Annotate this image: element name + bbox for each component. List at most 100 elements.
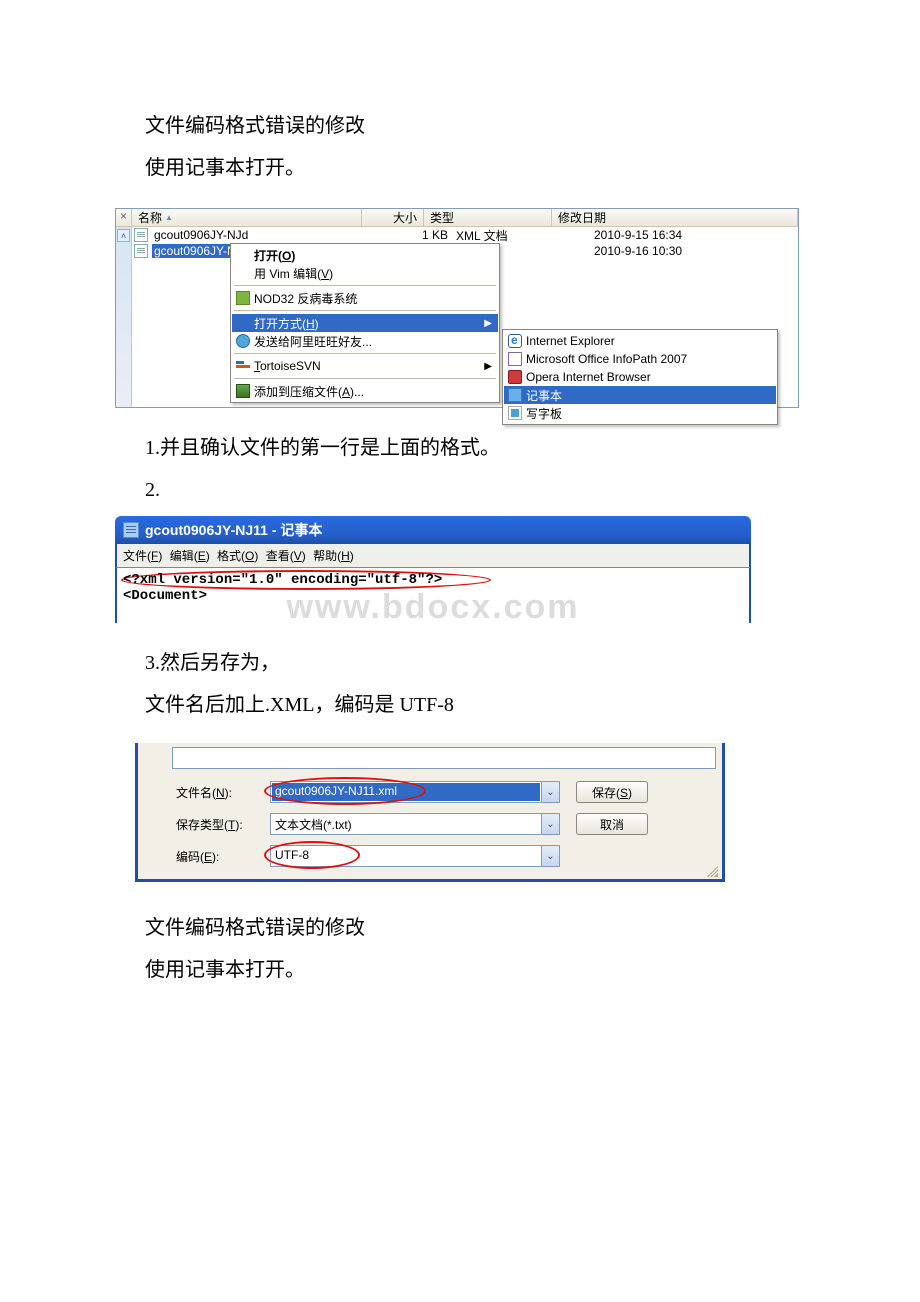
separator (234, 285, 496, 286)
step-number: 1. (145, 437, 160, 459)
explorer-header: × 名称 ▲ 大小 类型 修改日期 (116, 209, 798, 227)
paragraph-2: 使用记事本打开。 (145, 152, 775, 184)
infopath-icon (508, 352, 522, 366)
table-row[interactable]: gcout0906JY-NJd 1 KB XML 文档 2010-9-15 16… (132, 227, 798, 243)
separator (234, 378, 496, 379)
paragraph-7: 文件编码格式错误的修改 (145, 912, 775, 944)
chevron-right-icon: ▶ (484, 318, 492, 329)
menu-label: 写字板 (526, 405, 562, 422)
window-title: gcout0906JY-NJ11 - 记事本 (145, 520, 322, 540)
menu-item-tortoisesvn[interactable]: TortoiseSVN ▶ (232, 357, 498, 375)
menu-item-add-archive[interactable]: 添加到压缩文件(A)... (232, 382, 498, 400)
notepad-icon (508, 388, 522, 402)
chevron-down-icon[interactable]: ⌄ (541, 814, 559, 834)
menu-label: NOD32 反病毒系统 (254, 290, 357, 307)
menu-file[interactable]: 文件(F) (123, 549, 162, 563)
menu-label: 用 Vim 编辑(V) (254, 265, 333, 282)
menu-item-infopath[interactable]: Microsoft Office InfoPath 2007 (504, 350, 776, 368)
cancel-button[interactable]: 取消 (576, 813, 648, 835)
notepad-screenshot: gcout0906JY-NJ11 - 记事本 文件(F) 编辑(E) 格式(O)… (115, 516, 751, 623)
step-text: 然后另存为， (160, 652, 280, 674)
menu-item-open-with[interactable]: 打开方式(H) ▶ (232, 314, 498, 332)
paragraph-3: 1.并且确认文件的第一行是上面的格式。 (145, 432, 775, 464)
paragraph-4: 2. (145, 474, 775, 506)
menubar: 文件(F) 编辑(E) 格式(O) 查看(V) 帮助(H) (115, 544, 751, 567)
menu-item-opera[interactable]: Opera Internet Browser (504, 368, 776, 386)
filetype-label: 保存类型(T): (176, 816, 270, 833)
filename-label: 文件名(N): (176, 784, 270, 801)
paragraph-6: 文件名后加上.XML，编码是 UTF-8 (145, 689, 775, 721)
opera-icon (508, 370, 522, 384)
chevron-down-icon[interactable]: ⌄ (541, 782, 559, 802)
context-menu: 打开(O) 用 Vim 编辑(V) NOD32 反病毒系统 打开方式(H) ▶ (230, 243, 500, 403)
paragraph-8: 使用记事本打开。 (145, 954, 775, 986)
resize-grip-icon[interactable] (704, 863, 718, 877)
saveas-screenshot: 文件名(N): gcout0906JY-NJ11.xml ⌄ 保存(S) 保存类… (135, 743, 725, 882)
header-type[interactable]: 类型 (424, 209, 552, 226)
paragraph-5: 3.然后另存为， (145, 647, 775, 679)
ie-icon (508, 334, 522, 348)
menu-item-notepad[interactable]: 记事本 (504, 386, 776, 404)
file-name: gcout0906JY-NJd (152, 228, 250, 242)
menu-item-nod32[interactable]: NOD32 反病毒系统 (232, 289, 498, 307)
notepad-icon (123, 522, 139, 538)
text-area[interactable]: <?xml version="1.0" encoding="utf-8"?> <… (115, 567, 751, 623)
menu-label: 添加到压缩文件(A)... (254, 383, 364, 400)
menu-label: Internet Explorer (526, 334, 615, 348)
shield-icon (236, 291, 250, 305)
menu-help[interactable]: 帮助(H) (313, 549, 354, 563)
filename-input[interactable]: gcout0906JY-NJ11.xml ⌄ (270, 781, 560, 803)
chevron-right-icon: ▶ (484, 361, 492, 372)
explorer-scroll-strip[interactable]: ˄ (116, 227, 132, 407)
menu-label: 打开(O) (254, 247, 295, 264)
file-name: gcout0906JY-N (152, 244, 238, 258)
menu-label: Microsoft Office InfoPath 2007 (526, 352, 687, 366)
separator (234, 353, 496, 354)
menu-item-wordpad[interactable]: 写字板 (504, 404, 776, 422)
menu-item-open[interactable]: 打开(O) (232, 246, 498, 264)
encoding-label: 编码(E): (176, 848, 270, 865)
file-list-area[interactable] (172, 747, 716, 769)
save-button[interactable]: 保存(S) (576, 781, 648, 803)
encoding-select[interactable]: UTF-8 ⌄ (270, 845, 560, 867)
paragraph-1: 文件编码格式错误的修改 (145, 110, 775, 142)
file-date: 2010-9-16 10:30 (586, 244, 682, 258)
menu-item-edit-vim[interactable]: 用 Vim 编辑(V) (232, 264, 498, 282)
titlebar[interactable]: gcout0906JY-NJ11 - 记事本 (115, 516, 751, 544)
filetype-select[interactable]: 文本文档(*.txt) ⌄ (270, 813, 560, 835)
sort-ascending-icon: ▲ (165, 213, 173, 222)
chevron-up-icon[interactable]: ˄ (117, 229, 130, 242)
globe-icon (236, 334, 250, 348)
wordpad-icon (508, 406, 522, 420)
code-line-2: <Document> (123, 588, 207, 604)
menu-view[interactable]: 查看(V) (266, 549, 306, 563)
file-type: XML 文档 (456, 227, 586, 244)
explorer-screenshot: × 名称 ▲ 大小 类型 修改日期 ˄ gcout0906JY-NJd 1 KB… (115, 208, 799, 408)
filename-value: gcout0906JY-NJ11.xml (272, 783, 540, 801)
menu-label: TortoiseSVN (254, 359, 321, 373)
context-submenu-open-with: Internet Explorer Microsoft Office InfoP… (502, 329, 778, 425)
header-size[interactable]: 大小 (362, 209, 424, 226)
menu-format[interactable]: 格式(O) (217, 549, 258, 563)
header-date[interactable]: 修改日期 (552, 209, 798, 226)
menu-label: Opera Internet Browser (526, 370, 651, 384)
menu-label: 记事本 (526, 387, 562, 404)
archive-icon (236, 384, 250, 398)
filetype-value: 文本文档(*.txt) (271, 814, 541, 834)
header-name[interactable]: 名称 ▲ (132, 209, 362, 226)
chevron-down-icon[interactable]: ⌄ (541, 846, 559, 866)
file-icon (134, 228, 148, 242)
close-icon[interactable]: × (116, 209, 132, 226)
encoding-value: UTF-8 (271, 846, 541, 866)
code-line-1: <?xml version="1.0" encoding="utf-8"?> (123, 572, 442, 588)
menu-item-aliwangwang[interactable]: 发送给阿里旺旺好友... (232, 332, 498, 350)
menu-edit[interactable]: 编辑(E) (170, 549, 210, 563)
menu-label: 发送给阿里旺旺好友... (254, 333, 372, 350)
file-size: 1 KB (344, 228, 456, 242)
separator (234, 310, 496, 311)
header-name-label: 名称 (138, 209, 162, 226)
step-number: 3. (145, 652, 160, 674)
tortoisesvn-icon (236, 359, 250, 373)
menu-label: 打开方式(H) (254, 315, 319, 332)
menu-item-ie[interactable]: Internet Explorer (504, 332, 776, 350)
